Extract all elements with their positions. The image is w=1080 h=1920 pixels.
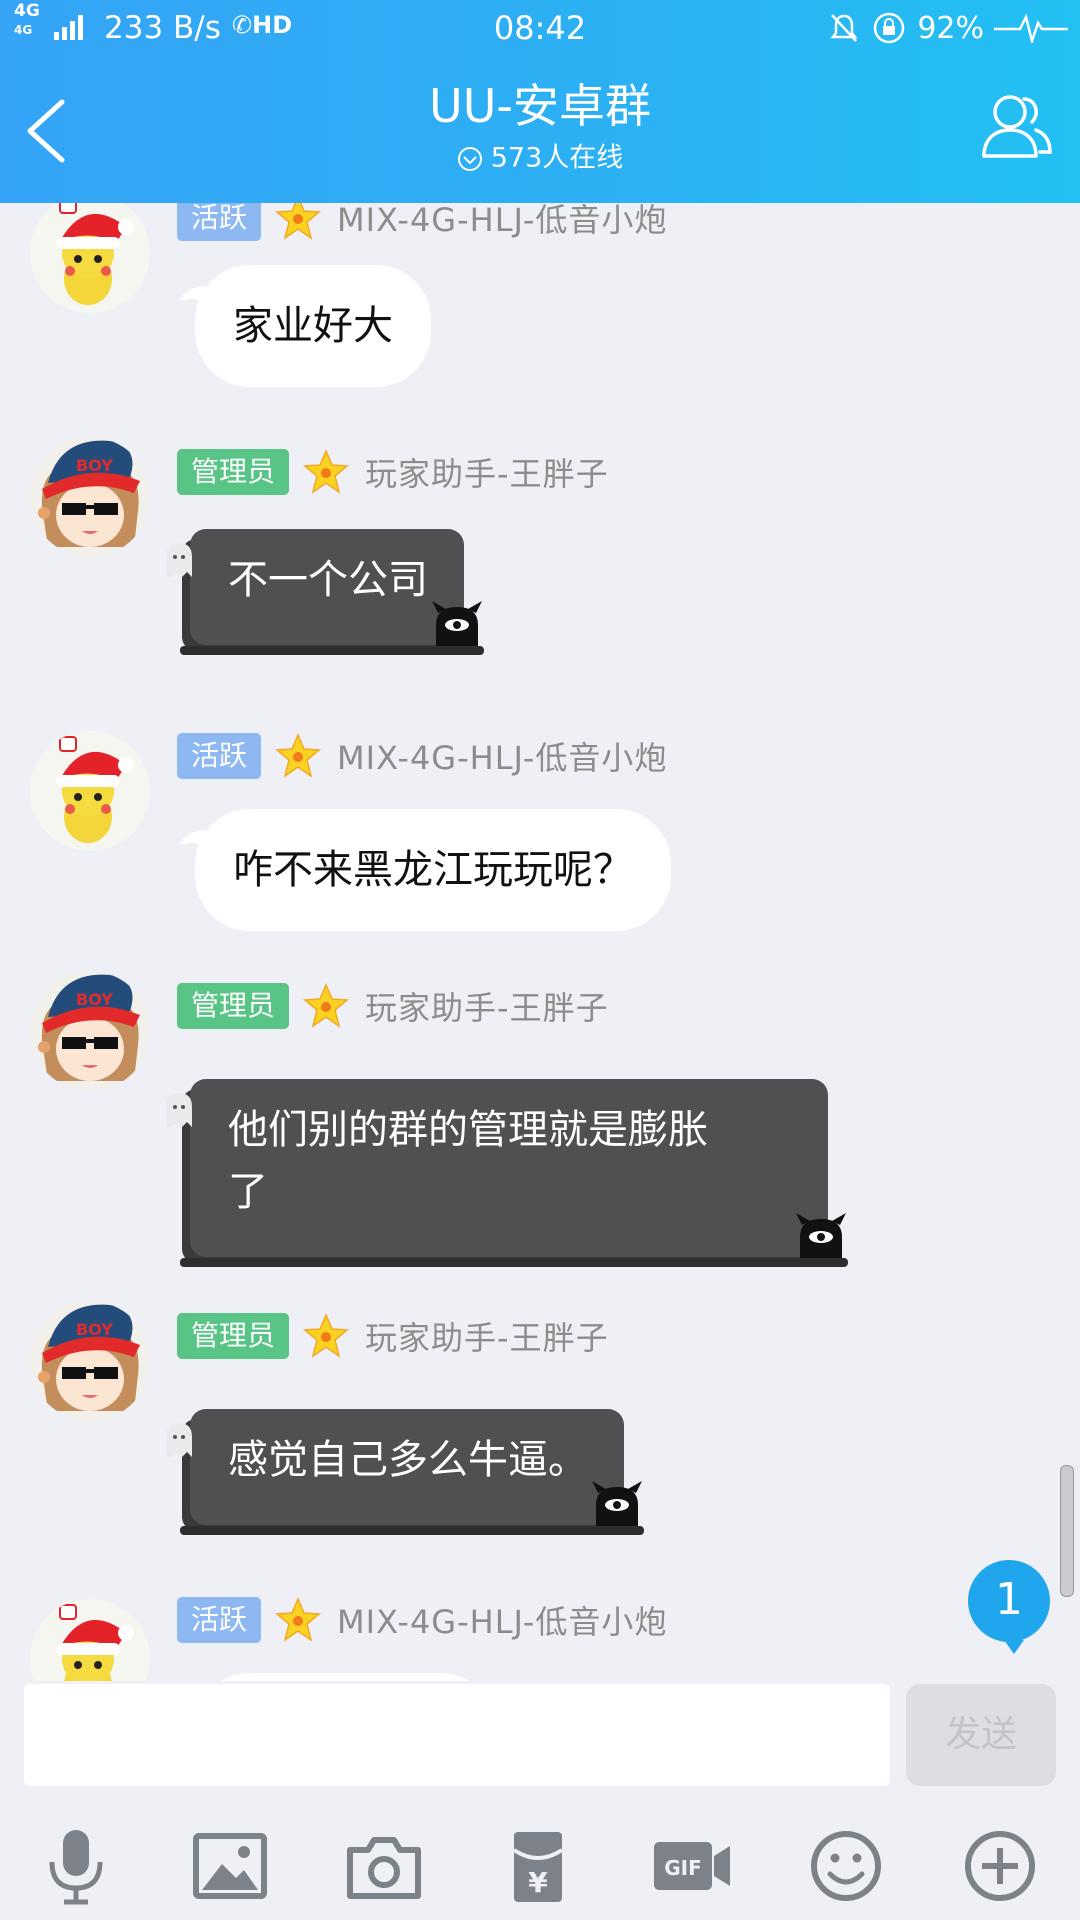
ghost-decoration-icon (166, 543, 192, 577)
message-text: 咋不来黑龙江玩玩呢？ (233, 847, 633, 893)
status-bar: 4G 4G 233 B/s ✆HD 08:42 92% (0, 0, 1080, 56)
bubble-shelf (180, 646, 484, 655)
admin-badge: 管理员 (177, 983, 290, 1029)
avatar-boy-cap[interactable]: BOY (30, 437, 150, 557)
header: 4G 4G 233 B/s ✆HD 08:42 92% UU-安卓群 573人在… (0, 0, 1080, 203)
message-bubble[interactable]: 咋不来黑龙江玩玩呢？ (179, 809, 671, 931)
star-icon (275, 203, 321, 240)
sender-nickname[interactable]: MIX-4G-HLJ-低音小炮 (337, 733, 667, 779)
unread-badge[interactable]: 1 (968, 1560, 1050, 1654)
message-meta: 管理员 玩家助手-王胖子 (177, 981, 609, 1031)
camera-button[interactable] (344, 1826, 424, 1906)
avatar-boy-cap[interactable]: BOY (30, 1301, 150, 1421)
check-circle-icon (457, 146, 482, 171)
rotation-lock-icon (874, 12, 905, 44)
scroll-indicator[interactable] (1060, 1465, 1074, 1597)
group-title[interactable]: UU-安卓群 (0, 78, 1080, 134)
star-icon (275, 733, 321, 778)
chat-area[interactable]: 活跃 MIX-4G-HLJ-低音小炮 家业好大 BOY 管理员 玩家助手-王胖子… (0, 203, 1080, 1681)
boy-cap-avatar-icon: BOY (30, 437, 150, 557)
bubble-tail (179, 286, 213, 313)
level-badge: 活跃 (177, 1597, 262, 1643)
gif-icon: GIF (654, 1842, 730, 1890)
svg-text:¥: ¥ (528, 1866, 548, 1899)
battery-level: 92% (917, 10, 984, 46)
plus-icon (965, 1831, 1035, 1901)
pikachu-santa-avatar-icon (30, 1599, 150, 1681)
bubble-shelf (180, 1526, 644, 1535)
boy-cap-avatar-icon: BOY (30, 1301, 150, 1421)
message-text: 不一个公司 (228, 557, 428, 603)
message-bubble[interactable]: 家业好大 (179, 265, 431, 387)
camera-icon (347, 1837, 421, 1899)
message-bubble-dark[interactable]: 不一个公司 (166, 529, 484, 655)
star-icon (303, 449, 349, 494)
sender-nickname[interactable]: 玩家助手-王胖子 (365, 1313, 609, 1359)
online-count: 573人在线 (490, 142, 624, 174)
message-meta: 管理员 玩家助手-王胖子 (177, 447, 609, 497)
battery-pulse-icon (994, 13, 1068, 43)
red-packet-icon: ¥ (512, 1832, 564, 1902)
group-members-icon[interactable] (978, 90, 1054, 162)
sender-nickname[interactable]: 玩家助手-王胖子 (365, 449, 609, 495)
message-meta: 管理员 玩家助手-王胖子 (177, 1311, 609, 1361)
microphone-icon (49, 1830, 103, 1905)
message-input[interactable] (24, 1684, 890, 1786)
bubble-shelf (180, 1258, 848, 1267)
input-toolbar: ¥ GIF (0, 1800, 1080, 1920)
send-button[interactable]: 发送 (906, 1684, 1056, 1786)
bubble-tail (179, 830, 213, 857)
message-text-line: 他们别的群的管理就是膨胀 (228, 1107, 708, 1153)
message-bubble-dark[interactable]: 他们别的群的管理就是膨胀 了 (166, 1079, 848, 1267)
message-text-line: 了 (228, 1169, 268, 1215)
ghost-decoration-icon (166, 1093, 192, 1127)
ghost-decoration-icon (166, 1423, 192, 1457)
star-icon (303, 1313, 349, 1358)
star-icon (303, 983, 349, 1028)
sender-nickname[interactable]: 玩家助手-王胖子 (365, 983, 609, 1029)
admin-badge: 管理员 (177, 449, 290, 495)
message-meta: 活跃 MIX-4G-HLJ-低音小炮 (177, 203, 667, 243)
boy-cap-avatar-icon: BOY (30, 971, 150, 1091)
emoji-button[interactable] (806, 1826, 886, 1906)
level-badge: 活跃 (177, 203, 262, 241)
image-button[interactable] (190, 1826, 270, 1906)
message-text: 感觉自己多么牛逼。 (228, 1437, 588, 1483)
avatar-pikachu-santa[interactable] (30, 1599, 150, 1681)
star-icon (275, 1597, 321, 1642)
svg-text:BOY: BOY (76, 456, 113, 475)
image-icon (193, 1833, 267, 1899)
input-bar: 发送 (0, 1681, 1080, 1800)
emoji-icon (811, 1831, 881, 1901)
voice-button[interactable] (36, 1826, 116, 1906)
more-button[interactable] (960, 1826, 1040, 1906)
sender-nickname[interactable]: MIX-4G-HLJ-低音小炮 (337, 1597, 667, 1643)
sender-nickname[interactable]: MIX-4G-HLJ-低音小炮 (337, 203, 667, 241)
message-meta: 活跃 MIX-4G-HLJ-低音小炮 (177, 1595, 667, 1645)
message-text: 家业好大 (233, 303, 393, 349)
gif-button[interactable]: GIF (652, 1826, 732, 1906)
avatar-boy-cap[interactable]: BOY (30, 971, 150, 1091)
message-bubble-dark[interactable]: 感觉自己多么牛逼。 (166, 1409, 644, 1535)
avatar-pikachu-santa[interactable] (30, 203, 150, 313)
svg-text:BOY: BOY (76, 990, 113, 1009)
pikachu-santa-avatar-icon (30, 203, 150, 313)
online-status[interactable]: 573人在线 (0, 140, 1080, 177)
message-bubble[interactable] (195, 1673, 495, 1681)
message-meta: 活跃 MIX-4G-HLJ-低音小炮 (177, 731, 667, 781)
red-packet-button[interactable]: ¥ (498, 1826, 578, 1906)
level-badge: 活跃 (177, 733, 262, 779)
status-icons: 92% (827, 8, 1068, 48)
svg-text:GIF: GIF (664, 1856, 702, 1880)
admin-badge: 管理员 (177, 1313, 290, 1359)
avatar-pikachu-santa[interactable] (30, 731, 150, 851)
mute-bell-icon (830, 14, 858, 42)
svg-text:BOY: BOY (76, 1320, 113, 1339)
pikachu-santa-avatar-icon (30, 731, 150, 851)
